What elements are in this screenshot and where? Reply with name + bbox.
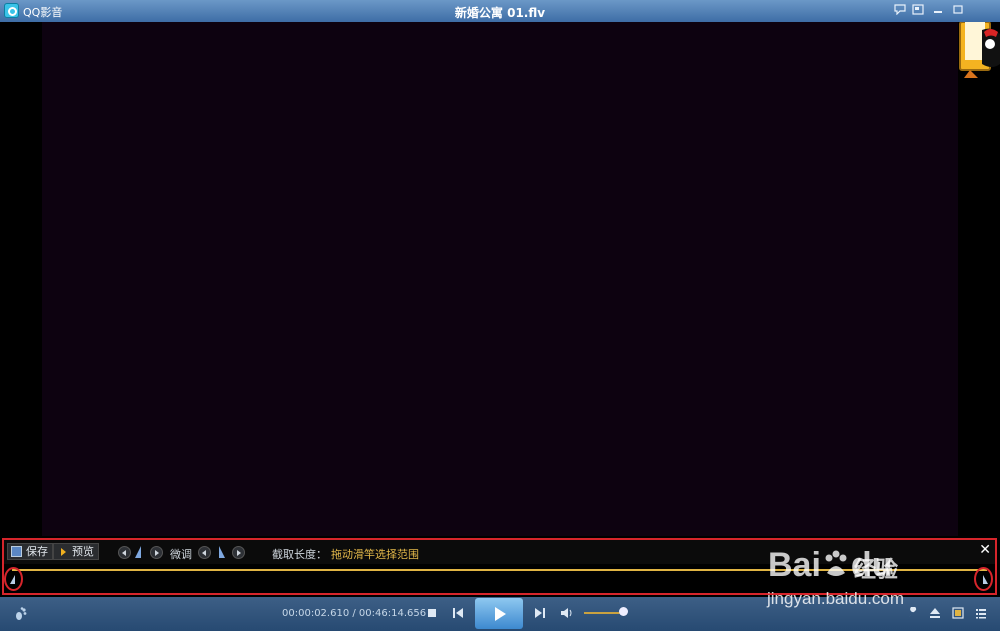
end-marker-icon [219, 546, 225, 558]
save-icon [11, 546, 22, 557]
mini-mode-icon[interactable] [911, 4, 925, 18]
play-button[interactable] [475, 598, 523, 629]
minimize-icon[interactable] [931, 4, 945, 18]
end-handle-marker-icon [983, 575, 988, 584]
footprint-icon[interactable] [14, 607, 28, 621]
volume-slider[interactable] [584, 612, 624, 614]
wrench-icon[interactable] [907, 607, 919, 619]
clip-length-label: 截取长度： [272, 548, 327, 561]
total-time: 00:46:14.656 [358, 608, 427, 619]
start-step-forward-button[interactable] [150, 546, 163, 559]
current-time: 00:00:02.610 [282, 608, 350, 619]
end-step-forward-button[interactable] [232, 546, 245, 559]
trim-close-icon[interactable]: ✕ [979, 542, 991, 558]
chat-icon[interactable] [893, 4, 907, 18]
watermark-brand: Bai [768, 546, 821, 584]
trim-end-handle[interactable] [974, 567, 993, 591]
time-separator: / [349, 608, 359, 619]
eject-icon[interactable] [929, 607, 941, 619]
playlist-icon[interactable] [975, 607, 987, 619]
window-title: 新婚公寓 01.flv [454, 6, 546, 20]
mascot-decoration-icon [959, 22, 1000, 78]
screenshot-icon[interactable] [952, 607, 964, 619]
save-label: 保存 [26, 545, 48, 558]
preview-label: 预览 [72, 545, 94, 558]
end-step-back-button[interactable] [198, 546, 211, 559]
trim-start-handle[interactable] [4, 567, 23, 591]
volume-icon[interactable] [560, 607, 574, 619]
time-display: 00:00:02.610 / 00:46:14.656 [282, 608, 426, 619]
title-bar: QQ影音 新婚公寓 01.flv [0, 0, 1000, 22]
volume-knob[interactable] [619, 607, 628, 616]
save-button[interactable]: 保存 [7, 543, 53, 560]
restore-icon[interactable] [951, 4, 965, 18]
watermark-product: 经验 [854, 558, 899, 583]
fine-tune-label: 微调 [170, 548, 192, 561]
preview-button[interactable]: 预览 [53, 543, 99, 560]
paw-icon [825, 550, 847, 576]
video-frame[interactable] [42, 22, 958, 536]
start-marker-icon [135, 546, 141, 558]
start-step-back-button[interactable] [118, 546, 131, 559]
next-icon[interactable] [534, 607, 546, 619]
stop-icon[interactable] [427, 608, 437, 618]
preview-play-icon [61, 548, 66, 556]
previous-icon[interactable] [452, 607, 464, 619]
video-area[interactable] [0, 22, 1000, 536]
watermark-url: jingyan.baidu.com [767, 589, 905, 608]
drag-hint-text: 拖动滑竿选择范围 [331, 548, 419, 561]
start-handle-marker-icon [10, 575, 15, 584]
